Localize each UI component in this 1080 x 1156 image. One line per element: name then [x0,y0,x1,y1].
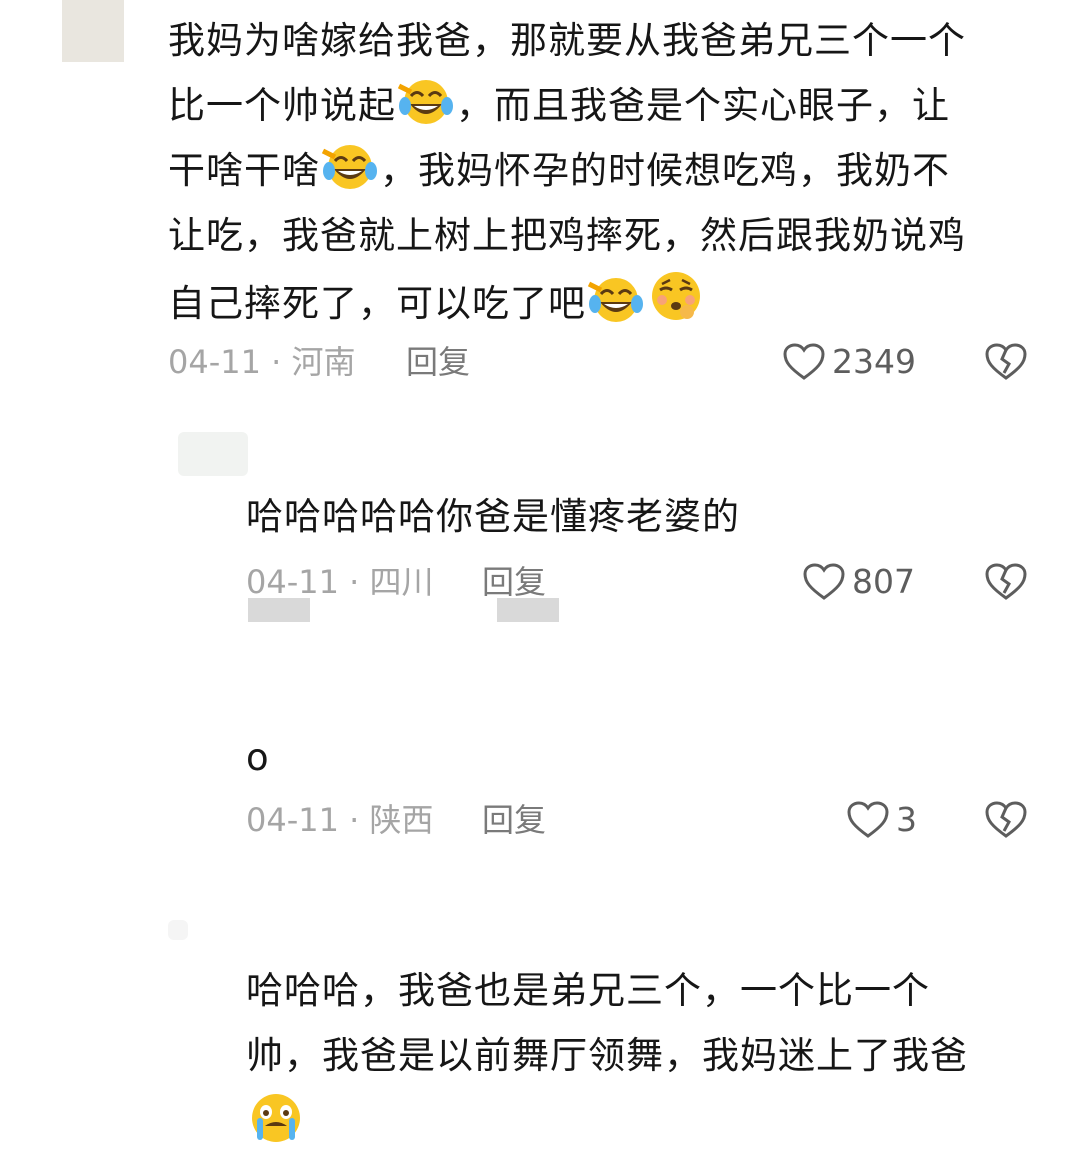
broken-heart-icon [985,343,1027,380]
comment-line: 哈哈哈，我爸也是弟兄三个，一个比一个 [246,969,930,1012]
broken-heart-icon [985,563,1027,600]
comment-line-part: ，而且我爸是个实心眼子，让 [456,84,950,127]
laugh-cry-emoji-icon [397,80,453,124]
like-count: 2349 [832,342,916,381]
comment-line: 比一个帅说起 ，而且我爸是个实心眼子，让 [168,73,1048,138]
heart-outline-icon [783,343,825,380]
comment-line [246,1088,1066,1156]
like-button[interactable]: 2349 [782,342,916,382]
scratch-mark [248,598,310,622]
dislike-button[interactable] [984,342,1028,386]
laugh-cry-emoji-icon [587,278,643,322]
like-count: 3 [896,800,917,839]
comment-line: 帅，我爸是以前舞厅领舞，我妈迷上了我爸 [246,1034,968,1077]
comment-line: 我妈为啥嫁给我爸，那就要从我爸弟兄三个一个 [168,19,966,62]
comment-line: 自己摔死了，可以吃了吧 [168,268,1048,336]
comment-text: o [246,736,270,779]
like-count: 807 [852,562,915,601]
comment-meta: 04-11 · 河南 [168,343,356,381]
comment-text: 哈哈哈哈哈你爸是懂疼老婆的 [246,495,740,538]
crying-face-emoji-icon [252,1094,300,1142]
avatar[interactable] [62,0,124,62]
comment-meta: 04-11 · 四川 [246,563,434,601]
comment-meta: 04-11 · 陕西 [246,801,434,839]
tired-face-emoji-icon [652,272,700,320]
comment-line: 让吃，我爸就上树上把鸡摔死，然后跟我奶说鸡 [168,214,966,257]
laugh-cry-emoji-icon [321,145,377,189]
like-button[interactable]: 3 [846,800,917,840]
comment-text: 我妈为啥嫁给我爸，那就要从我爸弟兄三个一个 比一个帅说起 ，而且我爸是个实心眼子，… [168,8,1048,336]
comment-line-part: 干啥干啥 [168,149,320,192]
comment-line-part: 自己摔死了，可以吃了吧 [168,282,586,325]
like-button[interactable]: 807 [802,562,915,602]
scratch-mark [497,598,559,622]
reply-button[interactable]: 回复 [482,800,546,840]
comment-line-part: 比一个帅说起 [168,84,396,127]
heart-outline-icon [803,563,845,600]
comment-text: 哈哈哈，我爸也是弟兄三个，一个比一个 帅，我爸是以前舞厅领舞，我妈迷上了我爸 [246,958,1066,1156]
avatar[interactable] [178,432,248,476]
reply-button[interactable]: 回复 [406,342,470,382]
avatar[interactable] [168,920,188,940]
reply-button[interactable]: 回复 [482,562,546,602]
comment-line: 干啥干啥 ，我妈怀孕的时候想吃鸡，我奶不 [168,138,1048,203]
heart-outline-icon [847,801,889,838]
comment-line-part: ，我妈怀孕的时候想吃鸡，我奶不 [380,149,950,192]
broken-heart-icon [985,801,1027,838]
dislike-button[interactable] [984,800,1028,844]
dislike-button[interactable] [984,562,1028,606]
